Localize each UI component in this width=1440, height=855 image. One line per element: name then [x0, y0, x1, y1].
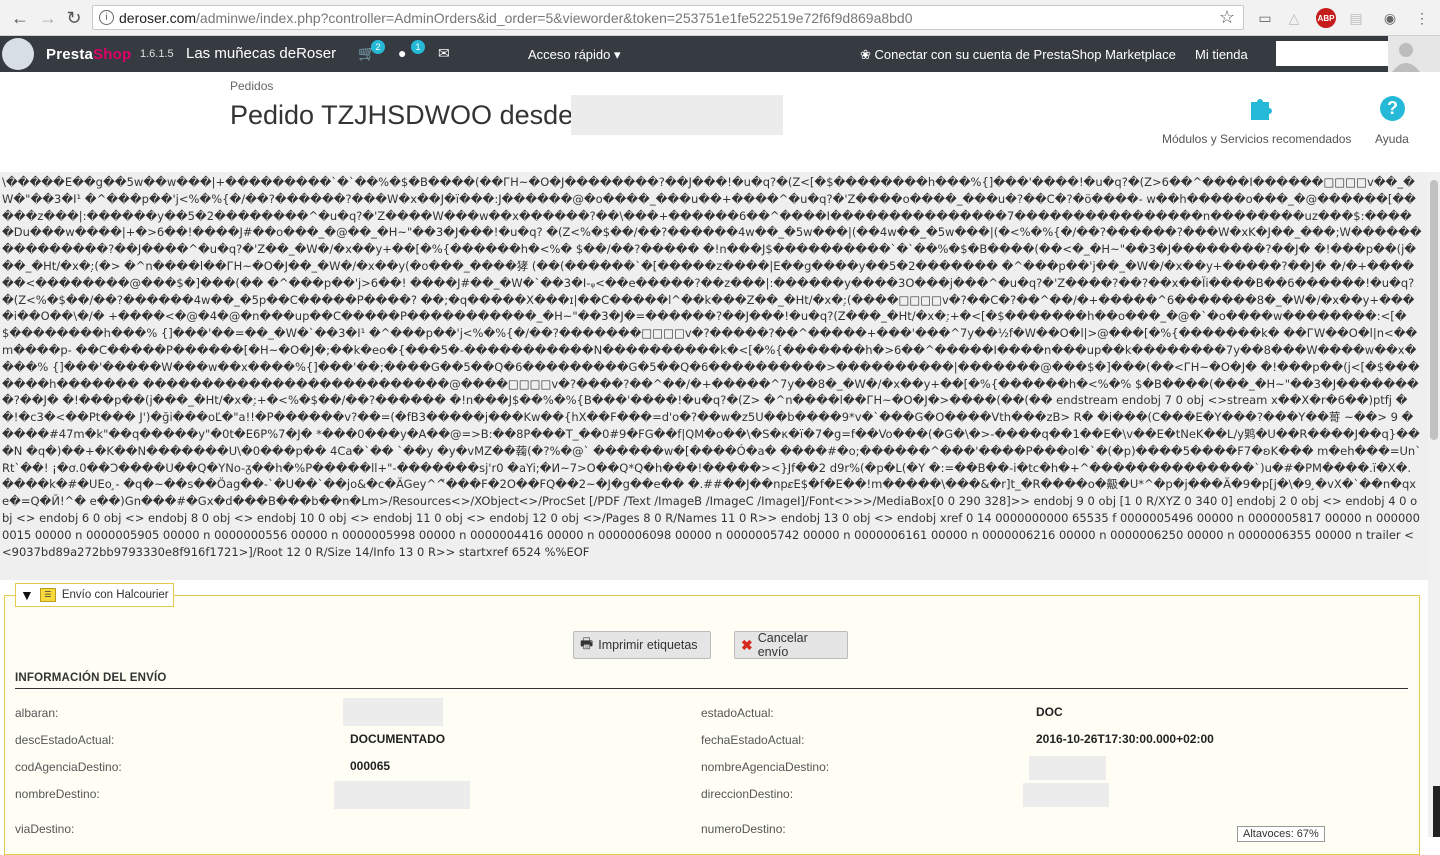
back-icon[interactable]: ← — [8, 6, 32, 30]
modules-services-link[interactable]: Módulos y Servicios recomendados — [1162, 132, 1351, 146]
raw-pdf-output: \�����E��g��5w��w���|+���������`�`��%�$�… — [0, 172, 1428, 580]
marketplace-link[interactable]: ❀ Conectar con su cuenta de PrestaShop M… — [860, 47, 1176, 63]
customers-icon[interactable]: ● — [398, 45, 406, 61]
estado-value: DOC — [1036, 705, 1063, 719]
redacted-customer-name — [571, 95, 783, 135]
direccion-destino-value-redacted — [1023, 783, 1109, 807]
admin-header: PrestaShop 1.6.1.5 Las muñecas deRoser 🛒… — [0, 36, 1440, 72]
prestashop-logo[interactable]: PrestaShop — [46, 46, 131, 63]
employee-avatar[interactable] — [1388, 36, 1440, 72]
legend-label: Envío con Halcourier — [61, 589, 169, 601]
cod-agencia-value: 000065 — [350, 759, 391, 773]
cod-agencia-label: codAgenciaDestino: — [15, 760, 122, 774]
caret-down-icon: ▾ — [614, 47, 621, 62]
nombre-agencia-value-redacted — [1029, 756, 1106, 780]
cancel-shipment-label: Cancelar envío — [757, 631, 808, 659]
quick-access-label: Acceso rápido — [528, 47, 611, 62]
section-title: INFORMACIÓN DEL ENVÍO — [15, 672, 167, 684]
section-divider — [15, 688, 1408, 689]
messages-envelope-icon[interactable]: ✉ — [438, 45, 450, 62]
url-domain: deroser.com — [119, 10, 197, 26]
nombre-destino-label: nombreDestino: — [15, 787, 100, 801]
shop-name[interactable]: Las muñecas deRoser — [186, 45, 336, 62]
orders-badge: 2 — [371, 40, 385, 54]
forward-icon[interactable]: → — [36, 6, 60, 30]
breadcrumb[interactable]: Pedidos — [230, 79, 273, 93]
help-link[interactable]: Ayuda — [1375, 132, 1409, 146]
puzzle-icon[interactable] — [1245, 94, 1277, 124]
raw-pdf-text: \�����E��g��5w��w���|+���������`�`��%�$�… — [2, 175, 1422, 559]
cancel-shipment-button[interactable]: ✖ Cancelar envío — [734, 631, 848, 659]
albaran-label: albaran: — [15, 706, 59, 720]
halcourier-note-icon: ☰ — [39, 588, 56, 602]
print-labels-button[interactable]: 🖶 Imprimir etiquetas — [573, 631, 711, 659]
extension-icon[interactable]: △ — [1284, 8, 1304, 28]
puzzle-connect-icon: ❀ — [860, 47, 871, 62]
quick-access-menu[interactable]: Acceso rápido ▾ — [528, 47, 621, 63]
cast-icon[interactable]: ▭ — [1255, 8, 1275, 28]
eye-extension-icon[interactable]: ◉ — [1380, 8, 1400, 28]
my-store-link[interactable]: Mi tienda — [1195, 47, 1248, 62]
browser-toolbar: ← → ↻ i deroser.com/adminwe/index.php?co… — [0, 0, 1440, 36]
url-text: deroser.com/adminwe/index.php?controller… — [119, 10, 913, 26]
direccion-destino-label: direccionDestino: — [701, 787, 794, 801]
header-search-input[interactable] — [1276, 41, 1388, 66]
numero-destino-label: numeroDestino: — [701, 822, 786, 836]
reload-icon[interactable]: ↻ — [62, 6, 86, 30]
version-label: 1.6.1.5 — [140, 48, 174, 60]
page-title: Pedido TZJHSDWOO desde — [230, 100, 574, 130]
panel-legend[interactable]: ▼ ☰ Envío con Halcourier — [15, 583, 174, 607]
print-labels-label: Imprimir etiquetas — [598, 638, 698, 652]
logo-presta: Presta — [46, 46, 94, 63]
menu-kebab-icon[interactable]: ⋮ — [1412, 8, 1432, 28]
scrollbar-thumb[interactable] — [1430, 180, 1438, 440]
marketplace-label: Conectar con su cuenta de PrestaShop Mar… — [874, 47, 1176, 62]
volume-tooltip: Altavoces: 67% — [1237, 826, 1325, 842]
fecha-estado-value: 2016-10-26T17:30:00.000+02:00 — [1036, 732, 1214, 746]
via-destino-label: viaDestino: — [15, 822, 75, 836]
shipping-panel — [4, 595, 1420, 855]
prestashop-logo-icon[interactable] — [2, 38, 34, 70]
estado-label: estadoActual: — [701, 706, 774, 720]
scrollbar-edge — [1433, 786, 1440, 837]
logo-shop: Shop — [93, 46, 132, 63]
help-question-icon[interactable]: ? — [1380, 96, 1405, 121]
fecha-estado-label: fechaEstadoActual: — [701, 733, 805, 747]
address-bar[interactable]: i deroser.com/adminwe/index.php?controll… — [92, 5, 1244, 30]
info-icon[interactable]: i — [99, 10, 114, 25]
bookmark-star-icon[interactable]: ☆ — [1219, 7, 1235, 28]
desc-estado-value: DOCUMENTADO — [350, 732, 446, 746]
printer-icon: 🖶 — [580, 635, 594, 651]
url-path: /adminwe/index.php?controller=AdminOrder… — [196, 10, 913, 26]
customers-badge: 1 — [411, 40, 425, 54]
albaran-value-redacted — [343, 698, 443, 726]
desc-estado-label: descEstadoActual: — [15, 733, 115, 747]
nombre-destino-value-redacted — [334, 781, 470, 809]
avatar-icon — [1392, 43, 1420, 72]
extension-page-icon[interactable]: ▤ — [1346, 8, 1366, 28]
collapse-triangle-icon[interactable]: ▼ — [20, 587, 34, 603]
cancel-x-icon: ✖ — [741, 636, 753, 653]
adblock-icon[interactable]: ABP — [1316, 8, 1336, 28]
nombre-agencia-label: nombreAgenciaDestino: — [701, 760, 830, 774]
